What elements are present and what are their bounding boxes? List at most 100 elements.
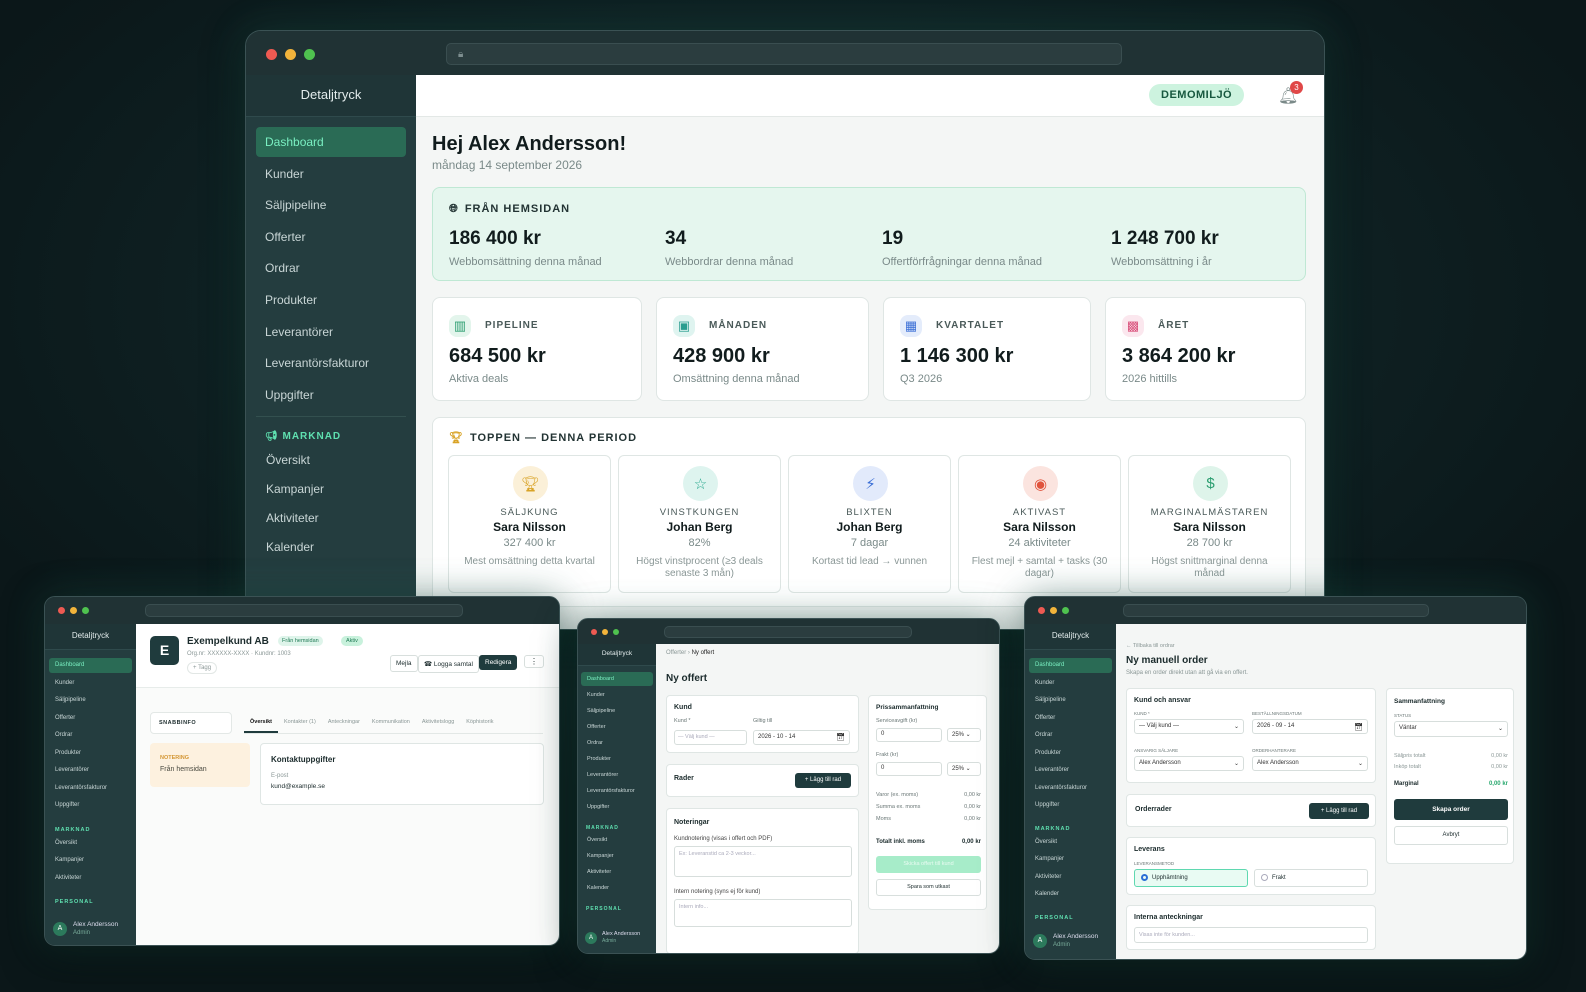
market-item-översikt[interactable]: Översikt bbox=[1029, 835, 1112, 850]
sidebar-item-offerter[interactable]: Offerter bbox=[1029, 711, 1112, 726]
maximize-dot[interactable] bbox=[613, 629, 619, 635]
sidebar-item-ordrar[interactable]: Ordrar bbox=[1029, 728, 1112, 743]
market-item-aktiviteter[interactable]: Aktiviteter bbox=[581, 865, 653, 879]
close-dot[interactable] bbox=[58, 607, 65, 614]
sidebar-item-kunder[interactable]: Kunder bbox=[581, 688, 653, 702]
market-item-aktiviteter[interactable]: Aktiviteter bbox=[256, 504, 406, 533]
sidebar-item-ordrar[interactable]: Ordrar bbox=[49, 728, 132, 743]
add-row-button[interactable]: + Lägg till rad bbox=[1309, 803, 1369, 819]
maximize-dot[interactable] bbox=[304, 49, 315, 60]
sidebar-item-uppgifter[interactable]: Uppgifter bbox=[1029, 798, 1112, 813]
handler-select[interactable]: Alex Andersson ⌄ bbox=[1252, 756, 1368, 771]
sidebar-item-leverantörsfakturor[interactable]: Leverantörsfakturor bbox=[581, 784, 653, 798]
sidebar-item-kunder[interactable]: Kunder bbox=[49, 676, 132, 691]
minimize-dot[interactable] bbox=[602, 629, 608, 635]
market-item-kalender[interactable]: Kalender bbox=[256, 533, 406, 562]
sidebar-item-leverantörer[interactable]: Leverantörer bbox=[49, 763, 132, 778]
top-performer-card[interactable]: ☆ VINSTKUNGEN Johan Berg 82% Högst vinstproc… bbox=[618, 455, 781, 593]
kpi-card-året[interactable]: ▩ ÅRET 3 864 200 kr 2026 hittills bbox=[1105, 297, 1306, 401]
sidebar-item-offerter[interactable]: Offerter bbox=[49, 711, 132, 726]
top-performer-card[interactable]: ◉ AKTIVAST Sara Nilsson 24 aktiviteter Flest… bbox=[958, 455, 1121, 593]
close-dot[interactable] bbox=[591, 629, 597, 635]
email-link[interactable]: kund@example.se bbox=[271, 783, 325, 790]
add-tag-button[interactable]: + Tagg bbox=[187, 662, 218, 674]
sidebar-item-uppgifter[interactable]: Uppgifter bbox=[256, 380, 406, 410]
top-performer-card[interactable]: 🏆︎ SÄLJKUNG Sara Nilsson 327 400 kr Mest oms… bbox=[448, 455, 611, 593]
sidebar-item-ordrar[interactable]: Ordrar bbox=[256, 253, 406, 283]
close-dot[interactable] bbox=[1038, 607, 1045, 614]
sidebar-item-leverantörer[interactable]: Leverantörer bbox=[581, 768, 653, 782]
sidebar-item-dashboard[interactable]: Dashboard bbox=[581, 672, 653, 686]
sidebar-item-leverantörer[interactable]: Leverantörer bbox=[256, 317, 406, 347]
sidebar-item-kunder[interactable]: Kunder bbox=[1029, 676, 1112, 691]
sidebar-item-produkter[interactable]: Produkter bbox=[581, 752, 653, 766]
sidebar-item-ordrar[interactable]: Ordrar bbox=[581, 736, 653, 750]
user-profile[interactable]: A Alex Andersson Admin bbox=[53, 921, 118, 937]
mail-button[interactable]: Mejla bbox=[390, 655, 418, 672]
sidebar-item-leverantörsfakturor[interactable]: Leverantörsfakturor bbox=[49, 781, 132, 796]
minimize-dot[interactable] bbox=[285, 49, 296, 60]
tab-köphistorik[interactable]: Köphistorik bbox=[460, 712, 499, 733]
freight-vat-select[interactable]: 25% ⌄ bbox=[947, 762, 981, 776]
address-bar[interactable] bbox=[1123, 604, 1429, 617]
user-profile[interactable]: A Alex Andersson Admin bbox=[585, 931, 640, 945]
internal-note-textarea[interactable]: Intern info... bbox=[674, 899, 852, 927]
top-performer-card[interactable]: $ MARGINALMÄSTAREN Sara Nilsson 28 700 kr Hö… bbox=[1128, 455, 1291, 593]
market-item-kalender[interactable]: Kalender bbox=[581, 881, 653, 895]
freight-option[interactable]: Frakt bbox=[1254, 869, 1368, 887]
sidebar-item-säljpipeline[interactable]: Säljpipeline bbox=[1029, 693, 1112, 708]
sidebar-item-säljpipeline[interactable]: Säljpipeline bbox=[49, 693, 132, 708]
market-item-kampanjer[interactable]: Kampanjer bbox=[1029, 852, 1112, 867]
pickup-option[interactable]: Upphämtning bbox=[1134, 869, 1248, 887]
more-icon[interactable]: ⋮ bbox=[524, 655, 544, 668]
edit-button[interactable]: Redigera bbox=[479, 655, 518, 670]
address-bar[interactable] bbox=[664, 626, 912, 638]
tab-anteckningar[interactable]: Anteckningar bbox=[322, 712, 366, 733]
sidebar-item-leverantörer[interactable]: Leverantörer bbox=[1029, 763, 1112, 778]
sidebar-item-kunder[interactable]: Kunder bbox=[256, 159, 406, 189]
address-bar[interactable]: 🔒︎ bbox=[446, 43, 1122, 65]
sidebar-item-uppgifter[interactable]: Uppgifter bbox=[49, 798, 132, 813]
kpi-card-pipeline[interactable]: ▥ PIPELINE 684 500 kr Aktiva deals bbox=[432, 297, 642, 401]
sidebar-item-dashboard[interactable]: Dashboard bbox=[49, 658, 132, 673]
user-profile[interactable]: A Alex Andersson Admin bbox=[1033, 933, 1098, 949]
sidebar-item-leverantörsfakturor[interactable]: Leverantörsfakturor bbox=[256, 348, 406, 378]
maximize-dot[interactable] bbox=[1062, 607, 1069, 614]
kpi-card-kvartalet[interactable]: ▦ KVARTALET 1 146 300 kr Q3 2026 bbox=[883, 297, 1091, 401]
market-item-aktiviteter[interactable]: Aktiviteter bbox=[49, 871, 132, 886]
seller-select[interactable]: Alex Andersson ⌄ bbox=[1134, 756, 1244, 771]
market-item-kalender[interactable]: Kalender bbox=[1029, 887, 1112, 902]
market-item-kampanjer[interactable]: Kampanjer bbox=[581, 849, 653, 863]
save-draft-button[interactable]: Spara som utkast bbox=[876, 879, 981, 896]
sidebar-item-dashboard[interactable]: Dashboard bbox=[256, 127, 406, 157]
freight-input[interactable]: 0 bbox=[876, 762, 942, 776]
minimize-dot[interactable] bbox=[1050, 607, 1057, 614]
sidebar-item-offerter[interactable]: Offerter bbox=[581, 720, 653, 734]
kpi-card-månaden[interactable]: ▣ MÅNADEN 428 900 kr Omsättning denna månad bbox=[656, 297, 869, 401]
tab-kontakter-1-[interactable]: Kontakter (1) bbox=[278, 712, 322, 733]
address-bar[interactable] bbox=[145, 604, 463, 617]
order-date-input[interactable]: 2026 - 09 - 14 📅︎ bbox=[1252, 719, 1368, 734]
sidebar-item-produkter[interactable]: Produkter bbox=[49, 746, 132, 761]
market-item-översikt[interactable]: Översikt bbox=[49, 836, 132, 851]
market-item-kampanjer[interactable]: Kampanjer bbox=[256, 475, 406, 504]
sidebar-item-produkter[interactable]: Produkter bbox=[256, 285, 406, 315]
sidebar-item-säljpipeline[interactable]: Säljpipeline bbox=[256, 190, 406, 220]
sidebar-item-uppgifter[interactable]: Uppgifter bbox=[581, 800, 653, 814]
minimize-dot[interactable] bbox=[70, 607, 77, 614]
cancel-button[interactable]: Avbryt bbox=[1394, 826, 1508, 845]
quick-info-tab[interactable]: SNABBINFO bbox=[150, 712, 232, 734]
sidebar-item-dashboard[interactable]: Dashboard bbox=[1029, 658, 1112, 673]
market-item-aktiviteter[interactable]: Aktiviteter bbox=[1029, 870, 1112, 885]
customer-select[interactable]: — Välj kund — bbox=[674, 730, 747, 745]
maximize-dot[interactable] bbox=[82, 607, 89, 614]
valid-until-input[interactable]: 2026 - 10 - 14 📅︎ bbox=[753, 730, 850, 745]
back-link[interactable]: ← Tillbaka till ordrar bbox=[1126, 643, 1175, 649]
sidebar-item-säljpipeline[interactable]: Säljpipeline bbox=[581, 704, 653, 718]
send-quote-button[interactable]: Skicka offert till kund bbox=[876, 856, 981, 873]
status-select[interactable]: Väntar ⌄ bbox=[1394, 721, 1508, 737]
customer-note-textarea[interactable]: Ex: Leveranstid ca 2-3 veckor... bbox=[674, 846, 852, 877]
tab-kommunikation[interactable]: Kommunikation bbox=[366, 712, 416, 733]
service-vat-select[interactable]: 25% ⌄ bbox=[947, 728, 981, 742]
create-order-button[interactable]: Skapa order bbox=[1394, 799, 1508, 820]
